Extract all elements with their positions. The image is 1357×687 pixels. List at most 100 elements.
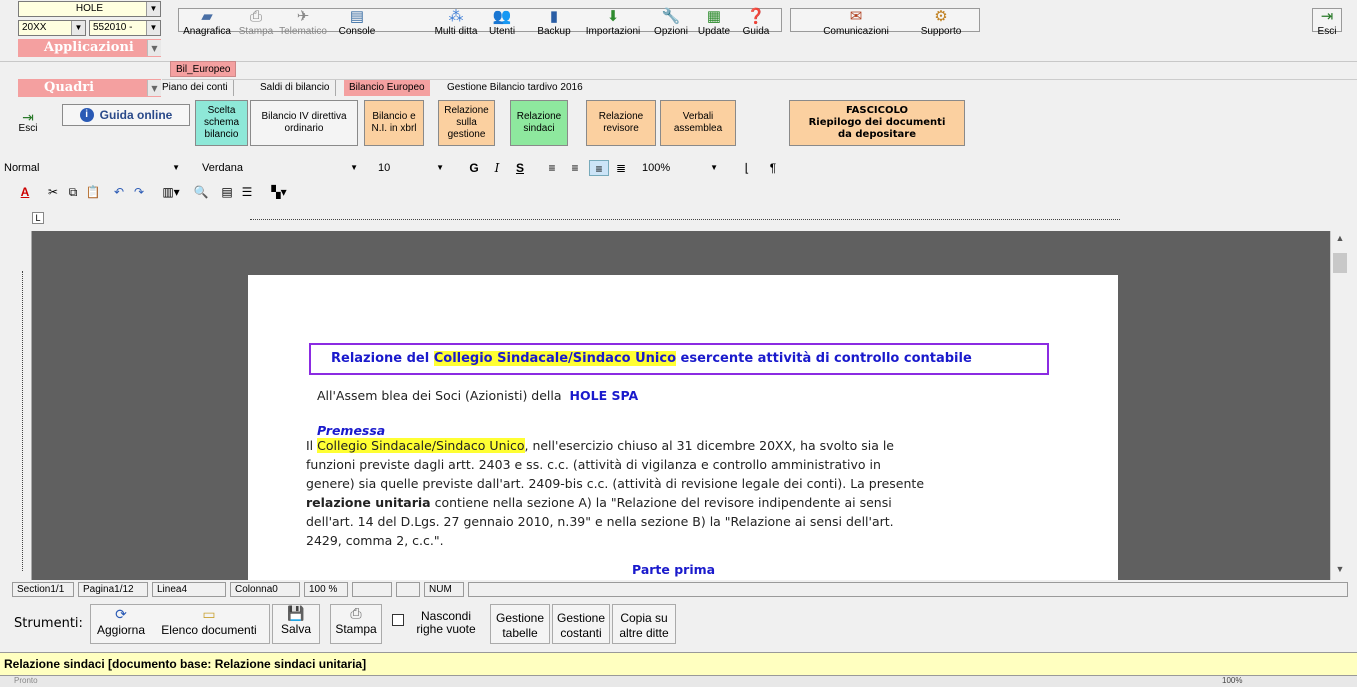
align-center-icon[interactable]: ≡ [589,160,609,176]
align-left-icon[interactable]: ≡ [543,160,561,176]
pilcrow-icon[interactable]: ¶ [764,160,782,176]
console-button[interactable]: ▤ Console [334,8,380,37]
document-page[interactable]: Relazione del Collegio Sindacale/Sindaco… [248,275,1118,580]
cut-icon[interactable]: ✂ [44,184,62,200]
tab-bil-europeo[interactable]: Bil_Europeo [170,61,237,77]
underline-button[interactable]: S [511,160,529,176]
tab-saldi-di-bilancio[interactable]: Saldi di bilancio [255,80,336,96]
year-select-value: 20XX [22,22,47,33]
tab-bilancio-europeo[interactable]: Bilancio Europeo [344,80,430,96]
gestione-costanti-label: Gestione costanti [556,611,606,640]
chevron-down-icon[interactable]: ▼ [147,40,161,56]
tab-piano-dei-conti[interactable]: Piano dei conti [157,80,234,96]
elenco-documenti-button[interactable]: ▭ Elenco documenti [150,606,268,637]
align-right-icon[interactable]: ≡ [566,160,584,176]
status-blank-1 [352,582,392,597]
code-select[interactable]: 552010 - ▼ [89,20,161,36]
gestione-costanti-button[interactable]: Gestione costanti [552,604,610,644]
aggiorna-button[interactable]: ⟳ Aggiorna [94,606,148,637]
quadri-select[interactable]: Quadri ▼ [18,79,161,97]
vertical-ruler [10,231,32,580]
vertical-ruler-scale [22,271,23,571]
relazione-sindaci-button[interactable]: Relazione sindaci [510,100,568,146]
chevron-down-icon[interactable]: ▼ [146,21,160,35]
align-justify-icon[interactable]: ≣ [612,160,630,176]
folder-icon: ▭ [202,606,216,622]
salva-button[interactable]: 💾 Salva [272,604,320,644]
scroll-up-icon[interactable]: ▲ [1333,233,1347,247]
size-select[interactable]: 10 ▼ [378,160,448,176]
size-select-value: 10 [378,162,391,174]
premessa-heading: Premessa [317,423,386,438]
find-icon[interactable]: 🔍 [192,184,210,200]
importazioni-button[interactable]: ⬇ Importazioni [577,8,649,37]
scroll-down-icon[interactable]: ▼ [1333,564,1347,578]
style-select[interactable]: Normal ▼ [4,160,184,176]
zoom-select[interactable]: 100% ▼ [642,160,722,176]
telematico-button[interactable]: ✈ Telematico [276,8,330,37]
bold-button[interactable]: G [465,160,483,176]
italic-button[interactable]: I [488,160,506,176]
backup-button[interactable]: ▮ Backup [533,8,575,37]
font-color-icon[interactable]: A [16,184,34,200]
gestione-tabelle-button[interactable]: Gestione tabelle [490,604,550,644]
tab-gestione-bilancio-tardivo[interactable]: Gestione Bilancio tardivo 2016 [442,80,588,96]
comunicazioni-button[interactable]: ✉ Comunicazioni [816,8,896,37]
paragraph-line-4: relazione unitaria contiene nella sezion… [306,495,892,510]
opzioni-button[interactable]: 🔧 Opzioni [651,8,691,37]
relazione-gestione-button[interactable]: Relazione sulla gestione [438,100,495,146]
update-button[interactable]: ▦ Update [694,8,734,37]
nascondi-checkbox[interactable] [392,614,404,626]
font-select[interactable]: Verdana ▼ [202,160,362,176]
paragraph-line-3: genere) sia quelle previste dall'art. 24… [306,476,925,491]
scroll-thumb[interactable] [1333,253,1347,273]
paragraph-line-1: Il Collegio Sindacale/Sindaco Unico, nel… [306,438,894,453]
stampa-button[interactable]: ⎙ Stampa [330,604,382,644]
tab-type-icon[interactable]: L [32,212,44,224]
table-icon[interactable]: ▥▾ [156,184,186,200]
status-blank-3 [468,582,1348,597]
paragraph-format-icon[interactable]: ▤ [218,184,236,200]
supporto-label: Supporto [920,26,962,37]
copia-su-altre-ditte-button[interactable]: Copia su altre ditte [612,604,676,644]
ruler-scale [250,216,1120,220]
chevron-down-icon: ▼ [436,163,444,172]
esci-ribbon-button[interactable]: ⇥ Esci [10,100,46,146]
borders-icon[interactable]: ▚▾ [264,184,294,200]
bullet-list-icon[interactable]: ☰ [238,184,256,200]
supporto-button[interactable]: ⚙ Supporto [911,8,971,37]
fascicolo-button[interactable]: FASCICOLO Riepilogo dei documenti da depos… [789,100,965,146]
utenti-button[interactable]: 👥 Utenti [486,8,518,37]
redo-icon[interactable]: ↷ [130,184,148,200]
code-select-value: 552010 - [93,22,133,33]
undo-icon[interactable]: ↶ [110,184,128,200]
esci-top-button[interactable]: ⇥ Esci [1312,8,1342,37]
assemblea-line: All'Assem blea dei Soci (Azionisti) dell… [317,388,638,403]
bilancio-xbrl-button[interactable]: Bilancio e N.I. in xbrl [364,100,424,146]
chevron-down-icon[interactable]: ▼ [146,2,160,16]
console-icon: ▤ [349,8,365,25]
guida-button[interactable]: ❓ Guida [736,8,776,37]
applicazioni-select[interactable]: Applicazioni ▼ [18,39,161,57]
relazione-revisore-button[interactable]: Relazione revisore [586,100,656,146]
relazione-revisore-label: Relazione revisore [598,111,644,134]
chevron-down-icon[interactable]: ▼ [71,21,85,35]
year-select[interactable]: 20XX ▼ [18,20,86,36]
multi-ditta-button[interactable]: ⁂ Multi ditta [428,8,484,37]
scelta-schema-button[interactable]: Scelta schema bilancio [195,100,248,146]
company-select[interactable]: HOLE ▼ [18,1,161,17]
tab-stop-icon[interactable]: ⌊ [738,160,756,176]
stampa-toolbar-button[interactable]: ⎙ Stampa [236,8,276,37]
applicazioni-value: Applicazioni [44,40,134,55]
horizontal-ruler[interactable]: L [0,204,1357,228]
copy-icon[interactable]: ⧉ [64,184,82,200]
anagrafica-button[interactable]: ▰ Anagrafica [180,8,234,37]
message-bar: Relazione sindaci [documento base: Relaz… [0,652,1357,676]
vertical-scrollbar[interactable]: ▲ ▼ [1330,231,1350,580]
guida-online-button[interactable]: i Guida online [62,104,190,126]
verbali-assemblea-button[interactable]: Verbali assemblea [660,100,736,146]
paste-icon[interactable]: 📋 [84,184,102,200]
importazioni-label: Importazioni [585,26,641,37]
bilancio-iv-button[interactable]: Bilancio IV direttiva ordinario [250,100,358,146]
p-line1-post: , nell'esercizio chiuso al 31 dicembre 2… [524,438,895,453]
